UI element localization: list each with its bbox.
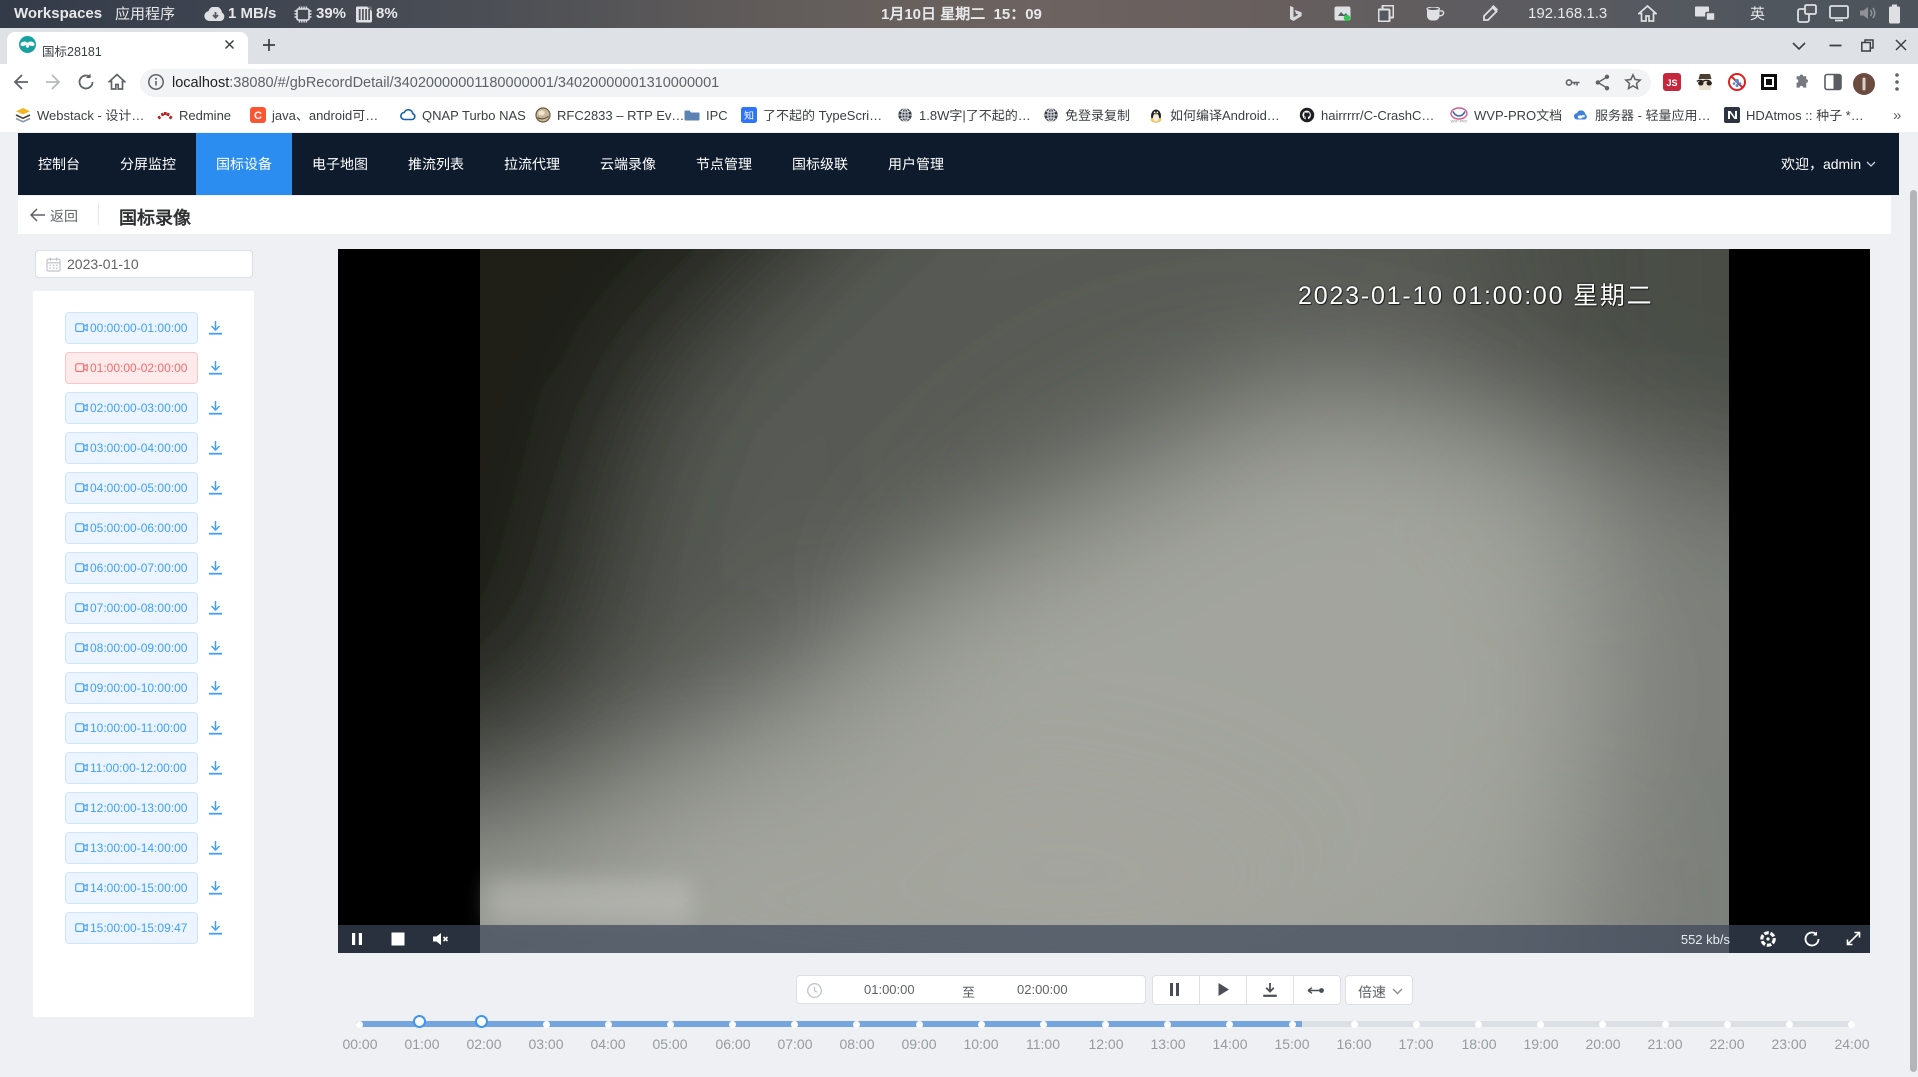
svg-text:JS: JS (1666, 78, 1677, 88)
svg-text:C: C (254, 110, 262, 122)
svg-text:知: 知 (744, 107, 754, 122)
svg-text:WVP-PRO: WVP-PRO (1451, 120, 1468, 124)
